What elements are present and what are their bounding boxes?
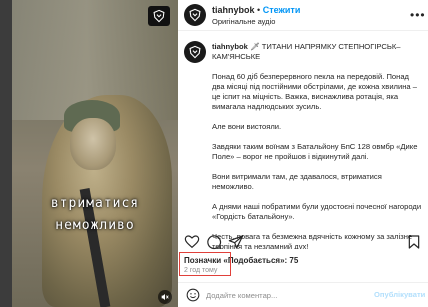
action-bar [178, 232, 428, 252]
header-separator: • [257, 5, 261, 15]
caption-title-row: tiahnybok 🗡 ТИТАНИ НАПРЯМКУ СТЕПНОГІРСЬК… [212, 42, 422, 62]
comment-bar: Опублікувати [178, 282, 428, 307]
caption-paragraph: Але вони вистояли. [212, 122, 282, 131]
audio-link[interactable]: Оригінальне аудіо [212, 17, 275, 26]
emoji-button[interactable] [186, 288, 200, 302]
caption-paragraph: Понад 60 діб безперервного пекла на пере… [212, 72, 417, 111]
video-caption-line1: втриматися [50, 196, 140, 211]
brigade-emblem-icon [148, 6, 170, 26]
post-header: tiahnybok • Стежити Оригінальне аудіо ••… [178, 0, 428, 31]
bookmark-icon [408, 235, 420, 249]
backdrop [0, 0, 12, 307]
post-video[interactable]: втриматися неможливо [12, 0, 178, 307]
share-button[interactable] [228, 234, 244, 250]
caption-paragraph: А днями наші побратими були удостоєні по… [212, 202, 422, 221]
paper-plane-icon [228, 235, 244, 249]
header-username[interactable]: tiahnybok [212, 5, 255, 15]
speaker-off-icon [161, 294, 169, 300]
post-caption: tiahnybok 🗡 ТИТАНИ НАПРЯМКУ СТЕПНОГІРСЬК… [178, 31, 428, 249]
comment-icon [207, 235, 222, 250]
caption-paragraph: Завдяки таким воїнам з Батальйону БпС 12… [212, 142, 418, 161]
heart-icon [184, 235, 200, 249]
avatar-emblem-icon [189, 45, 201, 59]
highlight-annotation [179, 252, 231, 276]
header-user-row: tiahnybok • Стежити [212, 5, 300, 15]
publish-button[interactable]: Опублікувати [374, 290, 425, 299]
avatar[interactable] [184, 4, 206, 26]
video-head [70, 118, 116, 170]
comment-input[interactable] [206, 289, 356, 302]
mute-button[interactable] [158, 290, 172, 304]
caption-paragraph: Вони витримали там, де здавалося, втрима… [212, 172, 382, 191]
follow-button[interactable]: Стежити [263, 5, 301, 15]
like-button[interactable] [184, 234, 200, 250]
comment-button[interactable] [206, 234, 222, 250]
caption-username[interactable]: tiahnybok [212, 42, 248, 51]
caption-text: tiahnybok 🗡 ТИТАНИ НАПРЯМКУ СТЕПНОГІРСЬК… [212, 42, 422, 249]
smiley-icon [186, 288, 200, 302]
more-options-button[interactable]: ••• [410, 8, 426, 22]
save-button[interactable] [406, 234, 422, 250]
avatar-emblem-icon [189, 8, 201, 22]
video-caption-line2: неможливо [55, 218, 135, 233]
avatar[interactable] [184, 41, 206, 63]
